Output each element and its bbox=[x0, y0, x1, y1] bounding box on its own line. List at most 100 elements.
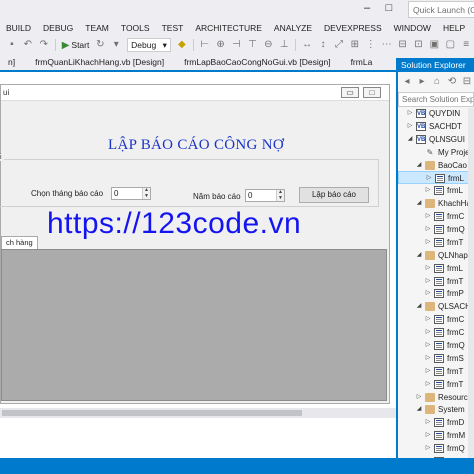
center-v-icon[interactable]: ⊡ bbox=[413, 39, 425, 51]
tree-item[interactable]: ▷ VB QUYDIN bbox=[398, 107, 474, 120]
back-icon[interactable]: ◂ bbox=[401, 76, 413, 88]
scrollbar-thumb[interactable] bbox=[2, 410, 302, 416]
tree-item[interactable]: ◢ QLNhap bbox=[398, 249, 474, 262]
month-numeric-input[interactable]: 0 ▲ ▼ bbox=[111, 187, 151, 200]
maximize-button[interactable]: □ bbox=[382, 2, 396, 16]
undo-icon[interactable]: ↶ bbox=[22, 39, 34, 51]
dropdown-arrow-icon[interactable]: ▾ bbox=[110, 39, 122, 51]
tree-item[interactable]: ◢ KhachHa bbox=[398, 197, 474, 210]
tree-item[interactable]: ✎ My Proje bbox=[398, 146, 474, 159]
customer-tab[interactable]: ch hàng bbox=[1, 236, 38, 249]
collapsed-arrow-icon[interactable]: ▷ bbox=[424, 365, 432, 378]
tree-item[interactable]: ▷ frmT bbox=[398, 365, 474, 378]
align-middle-icon[interactable]: ⊖ bbox=[262, 39, 274, 51]
menu-debug[interactable]: DEBUG bbox=[37, 20, 79, 36]
tree-item[interactable]: ▷ frmL bbox=[398, 262, 474, 275]
collapsed-arrow-icon[interactable]: ▷ bbox=[406, 120, 414, 133]
bring-front-icon[interactable]: ▣ bbox=[428, 39, 440, 51]
expanded-arrow-icon[interactable]: ◢ bbox=[415, 197, 423, 210]
collapsed-arrow-icon[interactable]: ▷ bbox=[424, 326, 432, 339]
align-bottom-icon[interactable]: ⊥ bbox=[278, 39, 290, 51]
collapsed-arrow-icon[interactable]: ▷ bbox=[424, 442, 432, 455]
redo-icon[interactable]: ↷ bbox=[38, 39, 50, 51]
expanded-arrow-icon[interactable]: ◢ bbox=[415, 249, 423, 262]
refresh-icon[interactable]: ↻ bbox=[94, 39, 106, 51]
menu-window[interactable]: WINDOW bbox=[388, 20, 437, 36]
solution-config-select[interactable]: Debug ▾ bbox=[127, 38, 171, 52]
tree-item[interactable]: ▷ VB SACHDT bbox=[398, 120, 474, 133]
month-spin-button[interactable]: ▲ ▼ bbox=[142, 187, 150, 199]
collapsed-arrow-icon[interactable]: ▷ bbox=[424, 313, 432, 326]
form-minimize-button[interactable]: ▭ bbox=[341, 87, 359, 98]
snap-grid-icon[interactable]: ⊞ bbox=[349, 39, 361, 51]
collapsed-arrow-icon[interactable]: ▷ bbox=[424, 287, 432, 300]
collapsed-arrow-icon[interactable]: ▷ bbox=[424, 429, 432, 442]
collapsed-arrow-icon[interactable]: ▷ bbox=[424, 339, 432, 352]
start-button[interactable]: ▶ Start bbox=[62, 40, 90, 51]
collapsed-arrow-icon[interactable]: ▷ bbox=[424, 184, 432, 197]
tree-item[interactable]: ▷ frmC bbox=[398, 326, 474, 339]
menu-test[interactable]: TEST bbox=[156, 20, 190, 36]
collapsed-arrow-icon[interactable]: ▷ bbox=[424, 275, 432, 288]
quick-launch-input[interactable]: Quick Launch (Ct bbox=[408, 1, 474, 18]
spacing-icon[interactable]: ⋮ bbox=[365, 39, 377, 51]
designer-horizontal-scrollbar[interactable] bbox=[0, 408, 396, 418]
same-size-icon[interactable]: ⤢ bbox=[333, 39, 345, 51]
collapsed-arrow-icon[interactable]: ▷ bbox=[424, 210, 432, 223]
document-tab[interactable]: n] bbox=[0, 54, 24, 70]
tree-item[interactable]: ▷ frmL bbox=[398, 184, 474, 197]
collapsed-arrow-icon[interactable]: ▷ bbox=[424, 223, 432, 236]
tree-item[interactable]: ▷ frmQ bbox=[398, 339, 474, 352]
tree-item[interactable]: ▷ frmC bbox=[398, 313, 474, 326]
tree-item[interactable]: ◢ QLSACH bbox=[398, 300, 474, 313]
align-top-icon[interactable]: ⊤ bbox=[246, 39, 258, 51]
align-right-icon[interactable]: ⊣ bbox=[231, 39, 243, 51]
forward-icon[interactable]: ▸ bbox=[416, 76, 428, 88]
collapsed-arrow-icon[interactable]: ▷ bbox=[406, 107, 414, 120]
create-report-button[interactable]: Lập báo cáo bbox=[299, 187, 369, 203]
menu-architecture[interactable]: ARCHITECTURE bbox=[189, 20, 268, 36]
expanded-arrow-icon[interactable]: ◢ bbox=[415, 403, 423, 416]
send-back-icon[interactable]: ▢ bbox=[444, 39, 456, 51]
tree-item[interactable]: ▷ frmS bbox=[398, 352, 474, 365]
tree-item[interactable]: ◢ BaoCao bbox=[398, 159, 474, 172]
tree-item[interactable]: ▷ frmP bbox=[398, 287, 474, 300]
menu-analyze[interactable]: ANALYZE bbox=[268, 20, 318, 36]
find-icon[interactable]: ◆ bbox=[176, 39, 188, 51]
home-icon[interactable]: ⌂ bbox=[431, 76, 443, 88]
align-left-icon[interactable]: ⊢ bbox=[199, 39, 211, 51]
align-center-icon[interactable]: ⊕ bbox=[215, 39, 227, 51]
minimize-button[interactable]: – bbox=[360, 2, 374, 16]
save-icon[interactable]: ▪ bbox=[6, 39, 18, 51]
solution-search-input[interactable]: Search Solution Explo bbox=[398, 92, 474, 107]
menu-help[interactable]: HELP bbox=[437, 20, 471, 36]
menu-build[interactable]: BUILD bbox=[0, 20, 37, 36]
tree-item[interactable]: ▷ frmT bbox=[398, 236, 474, 249]
collapsed-arrow-icon[interactable]: ▷ bbox=[424, 352, 432, 365]
menu-tools[interactable]: TOOLS bbox=[115, 20, 156, 36]
tree-item[interactable]: ▷ frmQ bbox=[398, 442, 474, 455]
tree-item[interactable]: ▷ frmQ bbox=[398, 223, 474, 236]
tree-item[interactable]: ▷ frmT bbox=[398, 275, 474, 288]
collapsed-arrow-icon[interactable]: ▷ bbox=[415, 391, 423, 404]
collapse-all-icon[interactable]: ⊟ bbox=[461, 76, 473, 88]
same-width-icon[interactable]: ↔ bbox=[301, 39, 313, 51]
tree-item[interactable]: ◢ VB QLNSGUI bbox=[398, 133, 474, 146]
solution-explorer-scrollbar[interactable] bbox=[468, 108, 474, 458]
tree-item[interactable]: ◢ System bbox=[398, 403, 474, 416]
collapsed-arrow-icon[interactable]: ▷ bbox=[424, 416, 432, 429]
sync-icon[interactable]: ⟲ bbox=[446, 76, 458, 88]
expanded-arrow-icon[interactable]: ◢ bbox=[415, 159, 423, 172]
report-data-grid[interactable] bbox=[1, 249, 387, 401]
document-tab[interactable]: frmLapBaoCaoCongNoGui.vb [Design] bbox=[176, 54, 339, 70]
tree-item[interactable]: ▷ frmD bbox=[398, 416, 474, 429]
tree-item[interactable]: ▷ frmC bbox=[398, 210, 474, 223]
document-tab[interactable]: frmLa bbox=[342, 54, 381, 70]
tree-item[interactable]: ▷ frmM bbox=[398, 429, 474, 442]
collapsed-arrow-icon[interactable]: ▷ bbox=[424, 378, 432, 391]
collapsed-arrow-icon[interactable]: ▷ bbox=[424, 236, 432, 249]
expanded-arrow-icon[interactable]: ◢ bbox=[406, 133, 414, 146]
tree-item[interactable]: ▷ frmT bbox=[398, 378, 474, 391]
designed-form[interactable]: ui ▭ □ LẬP BÁO CÁO CÔNG NỢ i Chọn tháng … bbox=[0, 84, 390, 404]
expanded-arrow-icon[interactable]: ◢ bbox=[415, 300, 423, 313]
